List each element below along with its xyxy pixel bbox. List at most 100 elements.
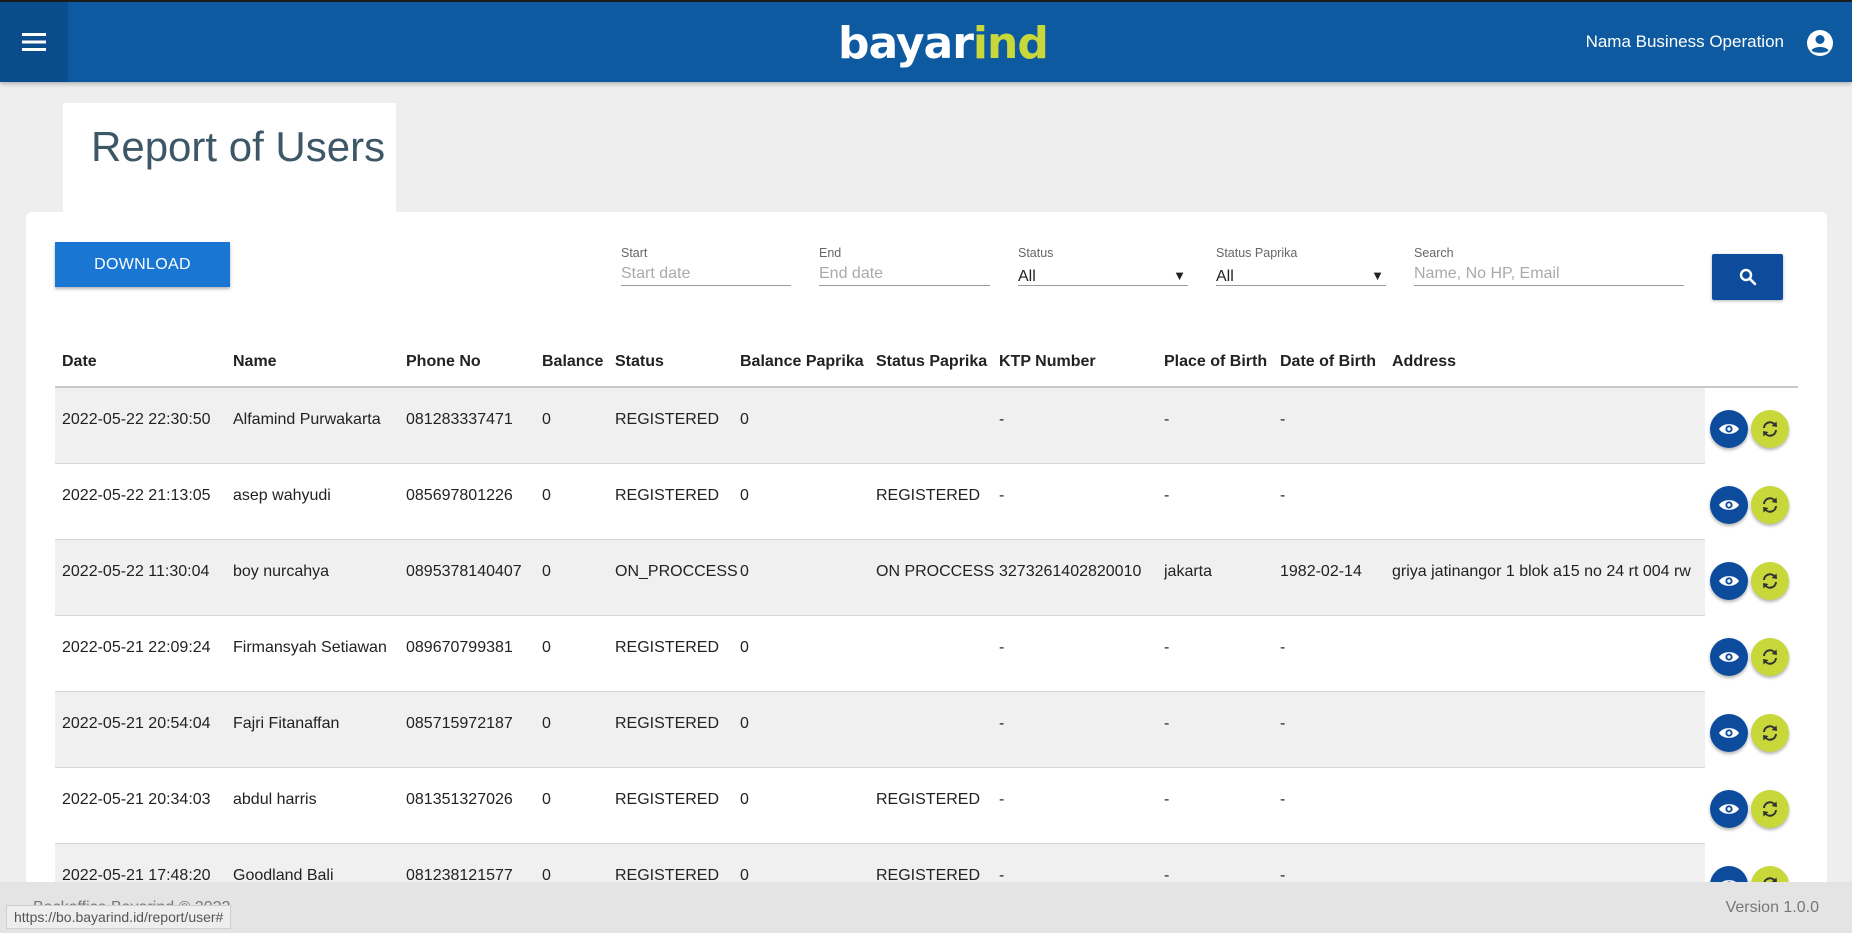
table-cell: 081283337471 [406, 411, 513, 428]
caret-down-icon: ▼ [1173, 268, 1186, 283]
sync-icon [1763, 421, 1777, 437]
view-button[interactable] [1710, 790, 1748, 828]
table-cell: - [1164, 715, 1170, 732]
column-header-ktp[interactable]: KTP Number [999, 353, 1096, 371]
footer: Backoffice Bayarind © 2022 Version 1.0.0 [0, 882, 1852, 933]
sync-button[interactable] [1751, 790, 1789, 828]
table-cell: - [999, 411, 1005, 428]
table-cell: 0 [542, 563, 551, 580]
account-circle-icon[interactable] [1806, 29, 1834, 57]
row-actions [1705, 616, 1798, 692]
table-cell: 0 [542, 487, 551, 504]
table-cell: boy nurcahya [233, 563, 330, 580]
column-header-place-of-birth[interactable]: Place of Birth [1164, 353, 1267, 371]
sync-button[interactable] [1751, 714, 1789, 752]
table-cell: 081351327026 [406, 791, 513, 808]
status-paprika-select[interactable]: Status Paprika All ▼ [1216, 246, 1386, 286]
table-cell: - [1164, 411, 1170, 428]
eye-icon [1719, 424, 1739, 434]
view-button[interactable] [1710, 410, 1748, 448]
table-cell: - [1280, 487, 1286, 504]
table-cell: ON_PROCCESS [615, 563, 737, 580]
menu-button[interactable] [0, 2, 68, 82]
table-cell: abdul harris [233, 791, 317, 808]
table-cell: 0 [542, 639, 551, 656]
table-header: Date Name Phone No Balance Status Balanc… [55, 338, 1798, 388]
view-button[interactable] [1710, 714, 1748, 752]
column-header-date-of-birth[interactable]: Date of Birth [1280, 353, 1376, 371]
table-cell: 0 [740, 487, 749, 504]
column-header-name[interactable]: Name [233, 353, 277, 371]
table-cell: 0 [740, 563, 749, 580]
column-header-address[interactable]: Address [1392, 353, 1456, 371]
table-cell: - [1280, 791, 1286, 808]
sync-icon [1763, 801, 1777, 817]
table-cell: - [999, 639, 1005, 656]
column-header-date[interactable]: Date [62, 353, 97, 371]
status-select[interactable]: Status All ▼ [1018, 246, 1188, 286]
table-cell: 0 [542, 715, 551, 732]
table-cell: REGISTERED [876, 487, 981, 504]
column-header-status[interactable]: Status [615, 353, 664, 371]
table-cell: ON PROCCESS [876, 563, 995, 580]
view-button[interactable] [1710, 486, 1748, 524]
search-field: Search [1414, 246, 1684, 286]
table-cell: 2022-05-21 20:34:03 [62, 791, 211, 808]
table-cell: griya jatinangor 1 blok a15 no 24 rt 004… [1392, 563, 1691, 580]
table-cell: - [999, 487, 1005, 504]
logo-text-accent: ind [972, 17, 1049, 69]
download-button[interactable]: DOWNLOAD [55, 242, 230, 287]
search-input[interactable] [1414, 265, 1684, 283]
table-cell: 0 [740, 639, 749, 656]
table-cell: - [1164, 639, 1170, 656]
sync-button[interactable] [1751, 410, 1789, 448]
logo-text-main: bayar [838, 17, 974, 69]
table-cell: Alfamind Purwakarta [233, 411, 381, 428]
table-cell: asep wahyudi [233, 487, 331, 504]
column-header-balance[interactable]: Balance [542, 353, 603, 371]
start-date-input[interactable] [621, 265, 791, 283]
bayarind-logo: bayar ind [838, 8, 1049, 78]
sync-icon [1763, 725, 1777, 741]
row-actions [1705, 540, 1798, 616]
column-header-status-paprika[interactable]: Status Paprika [876, 353, 987, 371]
table-cell: 0 [740, 411, 749, 428]
top-app-bar: bayar ind Nama Business Operation [0, 0, 1852, 82]
table-cell: - [1280, 639, 1286, 656]
view-button[interactable] [1710, 562, 1748, 600]
sync-button[interactable] [1751, 486, 1789, 524]
user-name[interactable]: Nama Business Operation [1586, 32, 1784, 52]
footer-version: Version 1.0.0 [1725, 899, 1819, 916]
sync-button[interactable] [1751, 562, 1789, 600]
status-bar-url: https://bo.bayarind.id/report/user# [6, 905, 232, 929]
table-cell: 3273261402820010 [999, 563, 1142, 580]
table-cell: REGISTERED [615, 639, 720, 656]
table-cell: 2022-05-21 20:54:04 [62, 715, 211, 732]
column-header-balance-paprika[interactable]: Balance Paprika [740, 353, 864, 371]
table-cell: 085715972187 [406, 715, 513, 732]
end-date-label: End [819, 246, 842, 260]
users-table: Date Name Phone No Balance Status Balanc… [55, 338, 1798, 933]
row-actions [1705, 388, 1798, 464]
eye-icon [1719, 500, 1739, 510]
table-cell: 2022-05-22 11:30:04 [62, 563, 210, 580]
table-cell: 2022-05-22 21:13:05 [62, 487, 211, 504]
column-header-phone[interactable]: Phone No [406, 353, 481, 371]
table-cell: Firmansyah Setiawan [233, 639, 387, 656]
table-row: 2022-05-21 20:34:03 abdul harris 081351327… [55, 768, 1798, 844]
view-button[interactable] [1710, 638, 1748, 676]
table-row: 2022-05-21 20:54:04 Fajri Fitanaffan 08571… [55, 692, 1798, 768]
status-paprika-value: All [1216, 268, 1234, 285]
table-cell: 0 [542, 791, 551, 808]
start-date-label: Start [621, 246, 648, 260]
search-icon [1739, 268, 1756, 286]
search-label: Search [1414, 246, 1454, 260]
search-button[interactable] [1712, 254, 1783, 300]
table-row: 2022-05-22 11:30:04 boy nurcahya 089537814… [55, 540, 1798, 616]
table-cell: 0 [740, 791, 749, 808]
table-cell: 2022-05-21 22:09:24 [62, 639, 211, 656]
sync-button[interactable] [1751, 638, 1789, 676]
end-date-input[interactable] [819, 265, 990, 283]
table-cell: 0895378140407 [406, 563, 522, 580]
page-title: Report of Users [91, 123, 386, 170]
